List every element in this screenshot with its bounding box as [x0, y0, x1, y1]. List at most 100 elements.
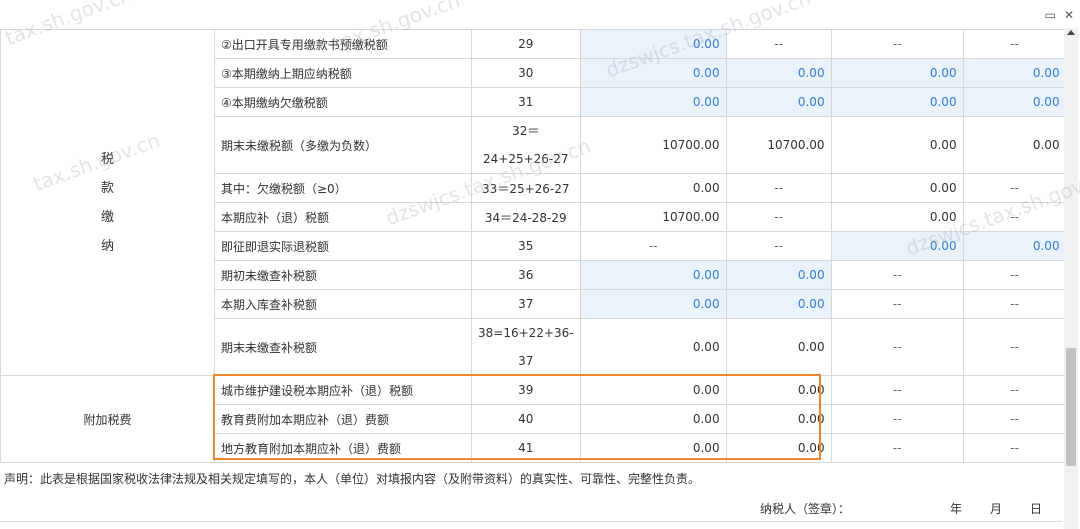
- month-label: 月: [990, 502, 1003, 516]
- row-code: 40: [471, 404, 581, 434]
- row-name: 期末未缴查补税额: [214, 318, 472, 376]
- amount-cell: --: [830, 318, 964, 376]
- amount-cell: --: [962, 173, 1067, 203]
- amount-input[interactable]: 0.00: [725, 289, 832, 319]
- amount-input[interactable]: 0.00: [830, 58, 964, 88]
- amount-cell: --: [962, 202, 1067, 232]
- section-char: 纳: [100, 238, 114, 254]
- amount-cell: 0.00: [725, 404, 832, 434]
- amount-cell: --: [830, 289, 964, 319]
- amount-cell: 0.00: [579, 318, 727, 376]
- amount-cell: 0.00: [725, 318, 832, 376]
- amount-input[interactable]: 0.00: [725, 260, 832, 290]
- signature-label: 纳税人（签章）：: [760, 502, 851, 516]
- section-label-tax-payment: 税 款 缴 纳: [0, 29, 215, 376]
- amount-cell: 0.00: [725, 375, 832, 405]
- scroll-up-icon[interactable]: [1067, 30, 1075, 35]
- table-row: 税 款 缴 纳 ②出口开具专用缴款书预缴税额 29 0.00 -- -- --: [0, 29, 1067, 376]
- section-char: 税: [100, 151, 114, 167]
- tax-form-window: ▭ ✕ 税 款 缴 纳 ②出口开具专用缴款书预缴税额 29 0.00 -- --: [0, 0, 1080, 529]
- amount-input[interactable]: 0.00: [962, 87, 1067, 117]
- amount-cell: --: [725, 231, 832, 261]
- row-code: 38=16+22+36-37: [471, 318, 581, 376]
- amount-input[interactable]: 0.00: [725, 58, 832, 88]
- amount-cell: 0.00: [830, 202, 964, 232]
- row-code: 35: [471, 231, 581, 261]
- declaration-section: 声明：此表是根据国家税收法律法规及相关规定填写的，本人（单位）对填报内容（及附带…: [0, 462, 1062, 528]
- row-name: 本期应补（退）税额: [214, 202, 472, 232]
- row-code: 41: [471, 433, 581, 463]
- amount-cell: --: [962, 29, 1067, 59]
- section-label-surcharge: 附加税费: [0, 375, 215, 463]
- row-name: 教育费附加本期应补（退）费额: [214, 404, 472, 434]
- amount-cell: 10700.00: [725, 116, 832, 174]
- amount-cell: 0.00: [579, 433, 727, 463]
- row-code: 29: [471, 29, 581, 59]
- amount-cell: 10700.00: [579, 202, 727, 232]
- row-code: 31: [471, 87, 581, 117]
- amount-cell: --: [962, 289, 1067, 319]
- row-name: ④本期缴纳欠缴税额: [214, 87, 472, 117]
- row-name: ②出口开具专用缴款书预缴税额: [214, 29, 472, 59]
- row-name: 其中：欠缴税额（≥0）: [214, 173, 472, 203]
- amount-cell: --: [830, 433, 964, 463]
- section-char: 款: [100, 180, 114, 196]
- amount-cell: --: [962, 375, 1067, 405]
- row-code: 33＝25+26-27: [471, 173, 581, 203]
- row-code: 34＝24-28-29: [471, 202, 581, 232]
- amount-cell: --: [579, 231, 727, 261]
- window-controls: ▭ ✕: [1045, 6, 1074, 24]
- amount-cell: 0.00: [962, 116, 1067, 174]
- day-label: 日: [1030, 502, 1043, 516]
- amount-cell: --: [962, 433, 1067, 463]
- year-label: 年: [950, 502, 963, 516]
- amount-cell: --: [830, 29, 964, 59]
- row-code: 30: [471, 58, 581, 88]
- amount-cell: 0.00: [579, 375, 727, 405]
- amount-cell: --: [830, 404, 964, 434]
- row-name: 期初未缴查补税额: [214, 260, 472, 290]
- amount-input[interactable]: 0.00: [579, 29, 727, 59]
- row-name: 期末未缴税额（多缴为负数）: [214, 116, 472, 174]
- amount-cell: 0.00: [579, 404, 727, 434]
- amount-cell: 0.00: [830, 173, 964, 203]
- amount-input[interactable]: 0.00: [579, 260, 727, 290]
- row-name: 即征即退实际退税额: [214, 231, 472, 261]
- close-icon[interactable]: ✕: [1064, 9, 1074, 21]
- amount-input[interactable]: 0.00: [579, 87, 727, 117]
- amount-cell: --: [830, 260, 964, 290]
- row-code: 39: [471, 375, 581, 405]
- amount-cell: --: [830, 375, 964, 405]
- section-char: 缴: [100, 209, 114, 225]
- amount-cell: --: [962, 404, 1067, 434]
- amount-input[interactable]: 0.00: [725, 87, 832, 117]
- amount-cell: --: [725, 29, 832, 59]
- row-code: 32＝24+25+26-27: [471, 116, 581, 174]
- vertical-scrollbar[interactable]: [1064, 28, 1078, 529]
- amount-input[interactable]: 0.00: [830, 87, 964, 117]
- tax-return-table: 税 款 缴 纳 ②出口开具专用缴款书预缴税额 29 0.00 -- -- -- …: [0, 29, 1067, 463]
- amount-input[interactable]: 0.00: [830, 231, 964, 261]
- amount-cell: 10700.00: [579, 116, 727, 174]
- row-code: 36: [471, 260, 581, 290]
- amount-input[interactable]: 0.00: [579, 289, 727, 319]
- row-name: 本期入库查补税额: [214, 289, 472, 319]
- amount-cell: --: [962, 318, 1067, 376]
- table-row: 附加税费 城市维护建设税本期应补（退）税额 39 0.00 0.00 -- --: [0, 375, 1067, 463]
- amount-cell: --: [725, 173, 832, 203]
- row-name: 城市维护建设税本期应补（退）税额: [214, 375, 472, 405]
- divider: [0, 521, 1062, 522]
- scrollbar-thumb[interactable]: [1066, 348, 1076, 466]
- maximize-icon[interactable]: ▭: [1045, 9, 1056, 21]
- amount-input[interactable]: 0.00: [962, 58, 1067, 88]
- amount-cell: --: [962, 260, 1067, 290]
- amount-cell: 0.00: [830, 116, 964, 174]
- row-name: ③本期缴纳上期应纳税额: [214, 58, 472, 88]
- amount-input[interactable]: 0.00: [579, 58, 727, 88]
- amount-cell: --: [725, 202, 832, 232]
- row-code: 37: [471, 289, 581, 319]
- amount-cell: 0.00: [725, 433, 832, 463]
- amount-input[interactable]: 0.00: [962, 231, 1067, 261]
- amount-cell: 0.00: [579, 173, 727, 203]
- row-name: 地方教育附加本期应补（退）费额: [214, 433, 472, 463]
